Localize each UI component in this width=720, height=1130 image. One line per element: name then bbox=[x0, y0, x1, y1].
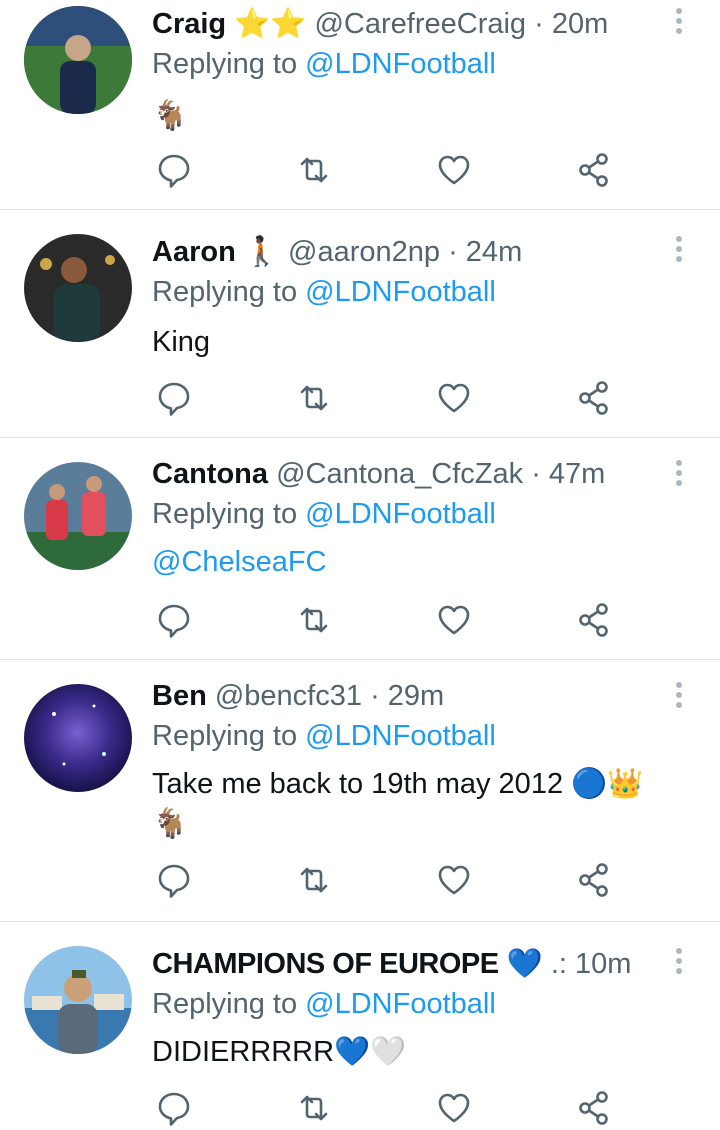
name-emoji: ⭐⭐ bbox=[234, 8, 307, 40]
user-name[interactable]: Cantona bbox=[152, 458, 268, 490]
more-icon[interactable] bbox=[672, 682, 686, 716]
tweet-header: Craig ⭐⭐ @CarefreeCraig · 20m bbox=[152, 4, 650, 44]
tweet-text: King bbox=[152, 326, 211, 358]
like-icon[interactable] bbox=[432, 376, 476, 420]
tweet-time[interactable]: · 47m bbox=[531, 458, 605, 490]
more-icon[interactable] bbox=[672, 460, 686, 494]
share-icon[interactable] bbox=[572, 376, 616, 420]
tweet-actions bbox=[152, 1086, 632, 1130]
tweet-time[interactable]: · 20m bbox=[534, 8, 608, 40]
tweet-actions bbox=[152, 148, 632, 192]
replying-to-label: Replying to bbox=[152, 48, 298, 80]
reply-icon[interactable] bbox=[152, 1086, 196, 1130]
replying-to: Replying to @LDNFootball bbox=[152, 720, 496, 753]
name-emoji: 🚶🏿 bbox=[243, 236, 280, 268]
reply-icon[interactable] bbox=[152, 598, 196, 642]
replying-to: Replying to @LDNFootball bbox=[152, 48, 496, 81]
tweet-item[interactable]: Craig ⭐⭐ @CarefreeCraig · 20m Replying t… bbox=[0, 0, 720, 210]
user-name[interactable]: Aaron bbox=[152, 236, 236, 268]
replying-to: Replying to @LDNFootball bbox=[152, 276, 496, 309]
share-icon[interactable] bbox=[572, 858, 616, 902]
reply-mention-link[interactable]: @LDNFootball bbox=[305, 48, 496, 80]
avatar[interactable] bbox=[24, 234, 132, 342]
like-icon[interactable] bbox=[432, 598, 476, 642]
like-icon[interactable] bbox=[432, 858, 476, 902]
like-icon[interactable] bbox=[432, 1086, 476, 1130]
reply-icon[interactable] bbox=[152, 376, 196, 420]
tweet-header: Aaron 🚶🏿 @aaron2np · 24m bbox=[152, 232, 650, 272]
tweet-text: Take me back to 19th may 2012 🔵👑 bbox=[152, 768, 644, 800]
tweet-item[interactable]: Cantona @Cantona_CfcZak · 47m Replying t… bbox=[0, 438, 720, 660]
user-handle[interactable]: @Cantona_CfcZak bbox=[276, 458, 523, 490]
more-icon[interactable] bbox=[672, 8, 686, 42]
retweet-icon[interactable] bbox=[292, 858, 336, 902]
more-icon[interactable] bbox=[672, 236, 686, 270]
tweet-time[interactable]: 10m bbox=[575, 948, 631, 980]
tweet-item[interactable]: Aaron 🚶🏿 @aaron2np · 24m Replying to @LD… bbox=[0, 210, 720, 438]
user-handle[interactable]: @bencfc31 bbox=[215, 680, 362, 712]
user-handle[interactable]: .: bbox=[551, 948, 567, 980]
reply-icon[interactable] bbox=[152, 148, 196, 192]
more-icon[interactable] bbox=[672, 948, 686, 982]
tweet-text: 🐐 bbox=[152, 100, 189, 132]
user-name[interactable]: Craig bbox=[152, 8, 226, 40]
tweet-text: DIDIERRRRR💙🤍 bbox=[152, 1036, 407, 1068]
retweet-icon[interactable] bbox=[292, 376, 336, 420]
name-emoji: 💙 bbox=[506, 948, 543, 980]
avatar[interactable] bbox=[24, 684, 132, 792]
user-handle[interactable]: @aaron2np bbox=[288, 236, 440, 268]
retweet-icon[interactable] bbox=[292, 598, 336, 642]
avatar[interactable] bbox=[24, 6, 132, 114]
retweet-icon[interactable] bbox=[292, 148, 336, 192]
tweet-text-line-2: 🐐 bbox=[152, 808, 189, 840]
tweet-header: CHAMPIONS OF EUROPE 💙 .: 10m bbox=[152, 944, 650, 984]
tweet-time[interactable]: · 29m bbox=[370, 680, 444, 712]
reply-mention-link[interactable]: @LDNFootball bbox=[305, 276, 496, 308]
reply-icon[interactable] bbox=[152, 858, 196, 902]
retweet-icon[interactable] bbox=[292, 1086, 336, 1130]
reply-mention-link[interactable]: @LDNFootball bbox=[305, 498, 496, 530]
tweet-header: Cantona @Cantona_CfcZak · 47m bbox=[152, 454, 650, 494]
share-icon[interactable] bbox=[572, 148, 616, 192]
tweet-time[interactable]: · 24m bbox=[448, 236, 522, 268]
replying-to-label: Replying to bbox=[152, 988, 298, 1020]
user-name[interactable]: CHAMPIONS OF EUROPE bbox=[152, 948, 499, 980]
reply-mention-link[interactable]: @LDNFootball bbox=[305, 988, 496, 1020]
like-icon[interactable] bbox=[432, 148, 476, 192]
tweet-actions bbox=[152, 858, 632, 902]
replying-to-label: Replying to bbox=[152, 276, 298, 308]
tweet-mention-link[interactable]: @ChelseaFC bbox=[152, 540, 327, 584]
tweet-item[interactable]: CHAMPIONS OF EUROPE 💙 .: 10m Replying to… bbox=[0, 922, 720, 1126]
replying-to-label: Replying to bbox=[152, 498, 298, 530]
tweet-item[interactable]: Ben @bencfc31 · 29m Replying to @LDNFoot… bbox=[0, 660, 720, 922]
replying-to: Replying to @LDNFootball bbox=[152, 988, 496, 1021]
share-icon[interactable] bbox=[572, 1086, 616, 1130]
reply-mention-link[interactable]: @LDNFootball bbox=[305, 720, 496, 752]
tweet-actions bbox=[152, 598, 632, 642]
avatar[interactable] bbox=[24, 946, 132, 1054]
replying-to: Replying to @LDNFootball bbox=[152, 498, 496, 531]
tweet-header: Ben @bencfc31 · 29m bbox=[152, 676, 650, 716]
share-icon[interactable] bbox=[572, 598, 616, 642]
user-handle[interactable]: @CarefreeCraig bbox=[314, 8, 526, 40]
replying-to-label: Replying to bbox=[152, 720, 298, 752]
avatar[interactable] bbox=[24, 462, 132, 570]
user-name[interactable]: Ben bbox=[152, 680, 207, 712]
tweet-actions bbox=[152, 376, 632, 420]
